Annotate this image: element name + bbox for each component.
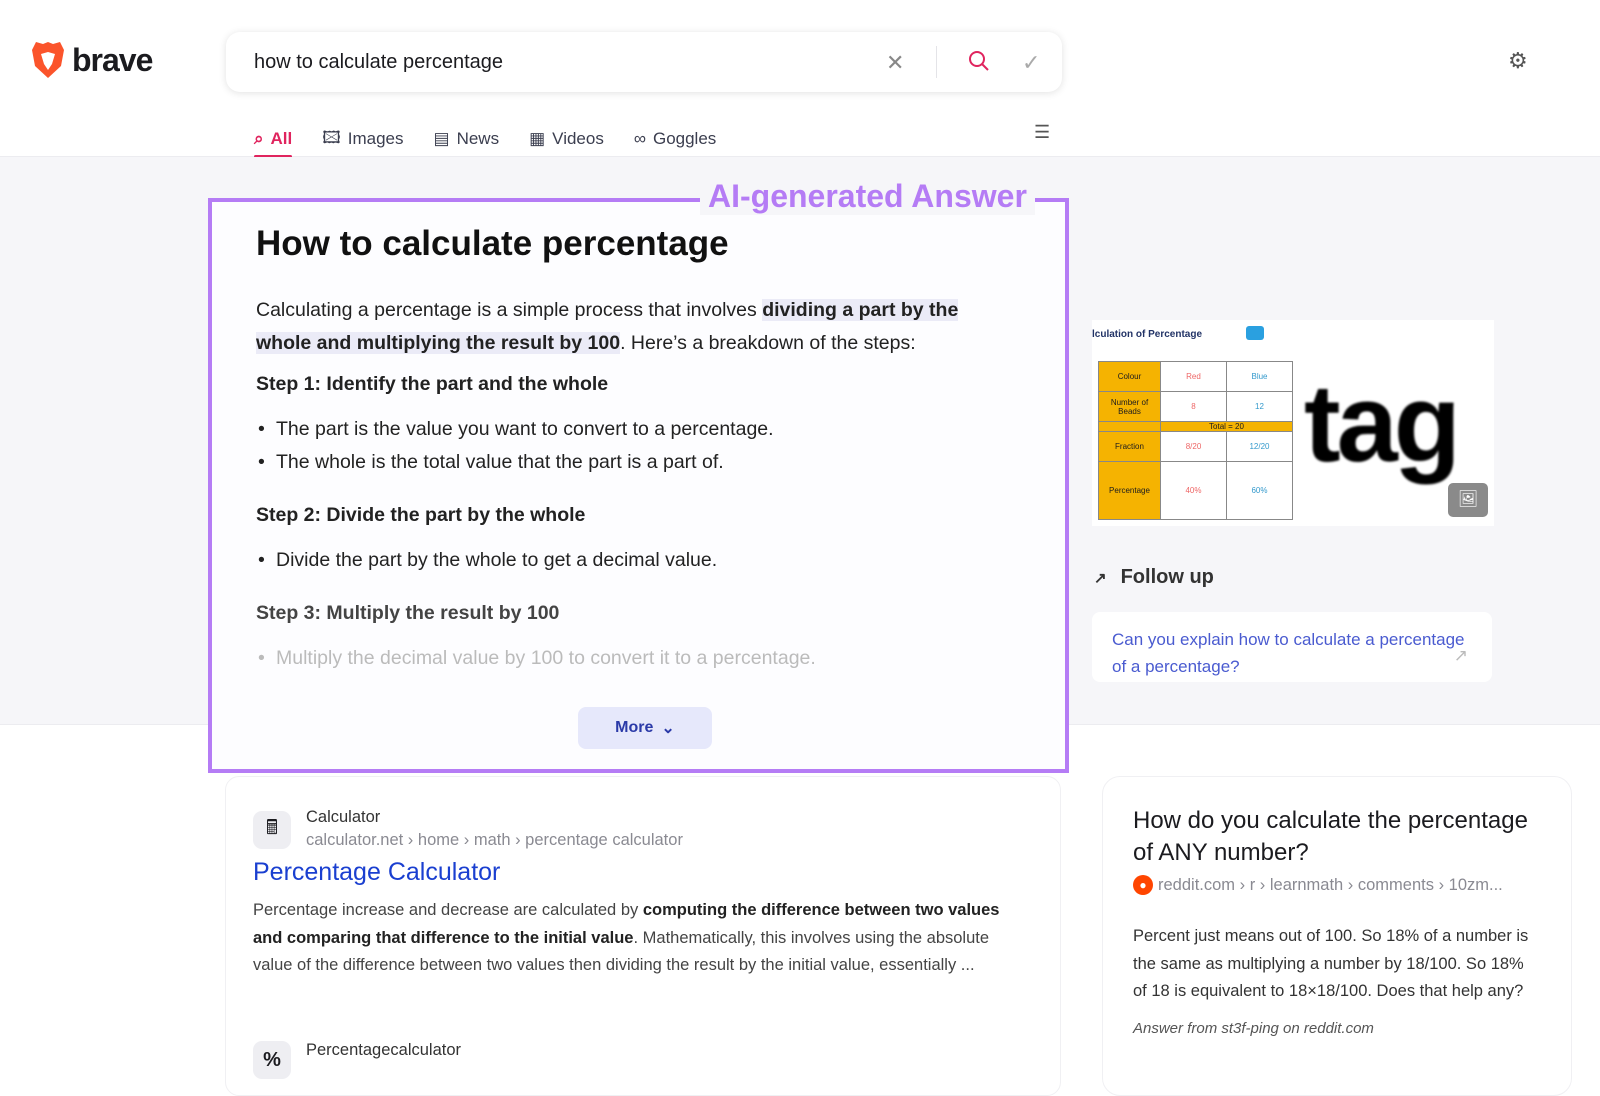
gear-icon[interactable]: ⚙: [1508, 48, 1528, 74]
follow-up-question[interactable]: Can you explain how to calculate a perce…: [1092, 612, 1492, 682]
result-site-name: Calculator: [306, 808, 381, 826]
arrow-up-right-icon: ↗: [1094, 569, 1107, 587]
answer-title: How to calculate percentage: [256, 224, 729, 263]
ai-generated-label: AI-generated Answer: [700, 178, 1035, 215]
discussion-title[interactable]: How do you calculate the percentage of A…: [1133, 805, 1541, 869]
discussion-answer: Percent just means out of 100. So 18% of…: [1133, 927, 1529, 1000]
result-title-link[interactable]: Percentage Calculator: [253, 858, 500, 887]
reddit-discussion-card: How do you calculate the percentage of A…: [1102, 776, 1572, 1096]
tab-news[interactable]: ▤ News: [434, 122, 500, 156]
film-icon: ▦: [529, 129, 546, 148]
more-button[interactable]: More ⌄: [578, 707, 712, 749]
image-icon[interactable]: 🖼: [1448, 483, 1488, 517]
tab-videos[interactable]: ▦ Videos: [529, 122, 604, 156]
search-icon: ⌕: [254, 129, 264, 148]
result-site-name: Percentagecalculator: [306, 1041, 462, 1059]
tab-all[interactable]: ⌕ All: [254, 122, 293, 158]
calculator-icon: 🖩: [253, 811, 291, 849]
follow-up-heading: ↗ Follow up: [1094, 566, 1214, 588]
list-item: Divide the part by the whole to get a de…: [256, 544, 1016, 577]
discussion-url[interactable]: ● reddit.com › r › learnmath › comments ›…: [1133, 875, 1541, 895]
search-result: 🖩 Calculator calculator.net › home › mat…: [225, 776, 1061, 1096]
divider: [936, 46, 937, 78]
ai-answer-box: How to calculate percentage Calculating …: [208, 198, 1069, 773]
close-icon[interactable]: ✕: [886, 50, 904, 76]
step-heading: Step 3: Multiply the result by 100: [256, 602, 560, 624]
search-bar[interactable]: ✕ ✓: [226, 32, 1062, 92]
list-item: The whole is the total value that the pa…: [256, 446, 1016, 479]
check-icon[interactable]: ✓: [1022, 50, 1040, 76]
brand-name: brave: [72, 41, 153, 78]
brave-lion-icon: [32, 42, 64, 78]
image-table: Colour Red Blue Number of Beads 8 12 Total =…: [1098, 361, 1293, 520]
news-icon: ▤: [433, 129, 450, 148]
filters-icon[interactable]: ☰: [1034, 122, 1050, 143]
search-tabs: ⌕ All 🖾 Images ▤ News ▦ Videos ∞ Goggles: [254, 122, 716, 158]
result-url[interactable]: calculator.net › home › math › percentag…: [306, 831, 683, 850]
percent-icon: %: [253, 1041, 291, 1079]
result-snippet: Percentage increase and decrease are cal…: [253, 901, 1000, 974]
chevron-down-icon: ⌄: [661, 720, 675, 737]
goggles-icon: ∞: [633, 129, 646, 148]
arrow-up-right-icon: ↗: [1453, 646, 1468, 665]
reddit-icon: ●: [1133, 875, 1153, 895]
search-input[interactable]: [254, 50, 854, 74]
answer-image[interactable]: lculation of Percentage Colour Red Blue Nu…: [1092, 320, 1494, 526]
cuemath-logo: [1246, 326, 1264, 340]
answer-attribution: Answer from st3f-ping on reddit.com: [1133, 1019, 1374, 1037]
tab-images[interactable]: 🖾 Images: [322, 122, 403, 156]
image-icon: 🖾: [322, 127, 341, 147]
search-icon[interactable]: [968, 50, 990, 72]
list-item: Multiply the decimal value by 100 to con…: [256, 642, 1016, 675]
list-item: The part is the value you want to conver…: [256, 413, 1016, 446]
answer-body: Calculating a percentage is a simple pro…: [256, 294, 1016, 687]
tab-goggles[interactable]: ∞ Goggles: [634, 122, 716, 156]
header: brave ✕ ✓ ⌕All 🖾Images ▤News ▦Videos ∞Go…: [0, 0, 1600, 158]
step-heading: Step 2: Divide the part by the whole: [256, 504, 586, 526]
brave-logo[interactable]: brave: [30, 40, 153, 80]
step-heading: Step 1: Identify the part and the whole: [256, 373, 609, 395]
